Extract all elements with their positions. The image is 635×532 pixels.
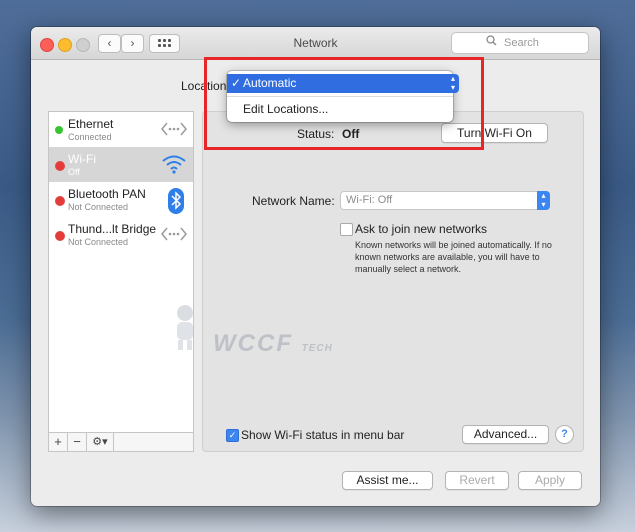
assist-me-button[interactable]: Assist me... (342, 471, 433, 490)
location-label: Location: (181, 79, 230, 93)
ask-to-join-checkbox[interactable] (340, 223, 353, 236)
status-label: Status: (297, 127, 335, 141)
checkmark-icon: ✓ (231, 76, 242, 90)
service-actions-gear-button[interactable]: ⚙▾ (87, 433, 114, 451)
service-item-bluetooth-pan[interactable]: Bluetooth PAN Not Connected (49, 182, 193, 217)
popup-arrows-icon: ▴ ▾ (447, 74, 459, 93)
location-dropdown-menu[interactable]: ✓ Automatic ▴ ▾ Edit Locations... (227, 71, 459, 122)
location-menu-item-automatic[interactable]: ✓ Automatic ▴ ▾ (227, 74, 459, 93)
location-menu-item-edit-locations[interactable]: Edit Locations... (227, 100, 453, 119)
service-name: Wi-Fi (68, 152, 96, 166)
status-dot (55, 196, 65, 206)
show-wifi-status-checkbox[interactable]: ✓ (226, 429, 239, 442)
service-status: Off (68, 167, 80, 177)
status-dot (55, 126, 63, 134)
status-dot (55, 161, 65, 171)
ethernet-icon (161, 118, 187, 143)
location-menu-item-label: Automatic (243, 76, 297, 90)
service-list-toolbar: + − ⚙▾ (48, 432, 194, 452)
search-field[interactable]: Search (451, 32, 589, 54)
network-preferences-window: ‹ › Network Search Location: ✓ Automatic… (31, 27, 600, 506)
revert-button[interactable]: Revert (445, 471, 509, 490)
service-name: Thund...lt Bridge (68, 222, 157, 236)
popup-arrows-icon: ▴ ▾ (537, 191, 550, 210)
service-item-ethernet[interactable]: Ethernet Connected (49, 112, 193, 147)
apply-button[interactable]: Apply (518, 471, 582, 490)
service-status: Not Connected (68, 237, 129, 247)
ask-to-join-label: Ask to join new networks (355, 222, 488, 236)
network-name-label: Network Name: (252, 194, 335, 208)
network-name-select[interactable]: Wi-Fi: Off ▴ ▾ (340, 191, 550, 210)
wifi-icon (161, 153, 187, 178)
service-item-thunderbolt-bridge[interactable]: Thund...lt Bridge Not Connected (49, 217, 193, 252)
status-value: Off (342, 127, 360, 141)
service-name: Bluetooth PAN (68, 187, 146, 201)
service-item-wifi[interactable]: Wi-Fi Off (49, 147, 193, 182)
watermark-text: WCCF (213, 330, 293, 357)
search-icon (486, 33, 497, 53)
menu-separator (227, 96, 453, 97)
watermark-logo: WCCF TECH (213, 330, 333, 358)
add-service-button[interactable]: + (49, 433, 68, 451)
bluetooth-icon (167, 188, 185, 217)
service-status: Connected (68, 132, 112, 142)
service-status: Not Connected (68, 202, 129, 212)
advanced-button[interactable]: Advanced... (462, 425, 549, 444)
service-list: Ethernet Connected Wi-Fi Off Bluetooth P… (48, 111, 194, 452)
show-wifi-status-label: Show Wi-Fi status in menu bar (241, 428, 405, 442)
network-name-value: Wi-Fi: Off (346, 194, 393, 206)
service-name: Ethernet (68, 117, 114, 131)
status-dot (55, 231, 65, 241)
watermark-small-text: TECH (301, 343, 333, 354)
search-placeholder: Search (504, 37, 539, 49)
ask-to-join-help-text: Known networks will be joined automatica… (355, 240, 552, 274)
turn-wifi-on-button[interactable]: Turn Wi-Fi On (441, 123, 548, 143)
thunderbolt-bridge-icon (161, 223, 187, 248)
remove-service-button[interactable]: − (68, 433, 87, 451)
help-button[interactable]: ? (555, 425, 574, 444)
wifi-settings-panel (202, 111, 584, 452)
watermark-mascot-icon (169, 303, 201, 351)
location-menu-item-label: Edit Locations... (243, 102, 329, 116)
title-bar: ‹ › Network Search (31, 27, 600, 60)
